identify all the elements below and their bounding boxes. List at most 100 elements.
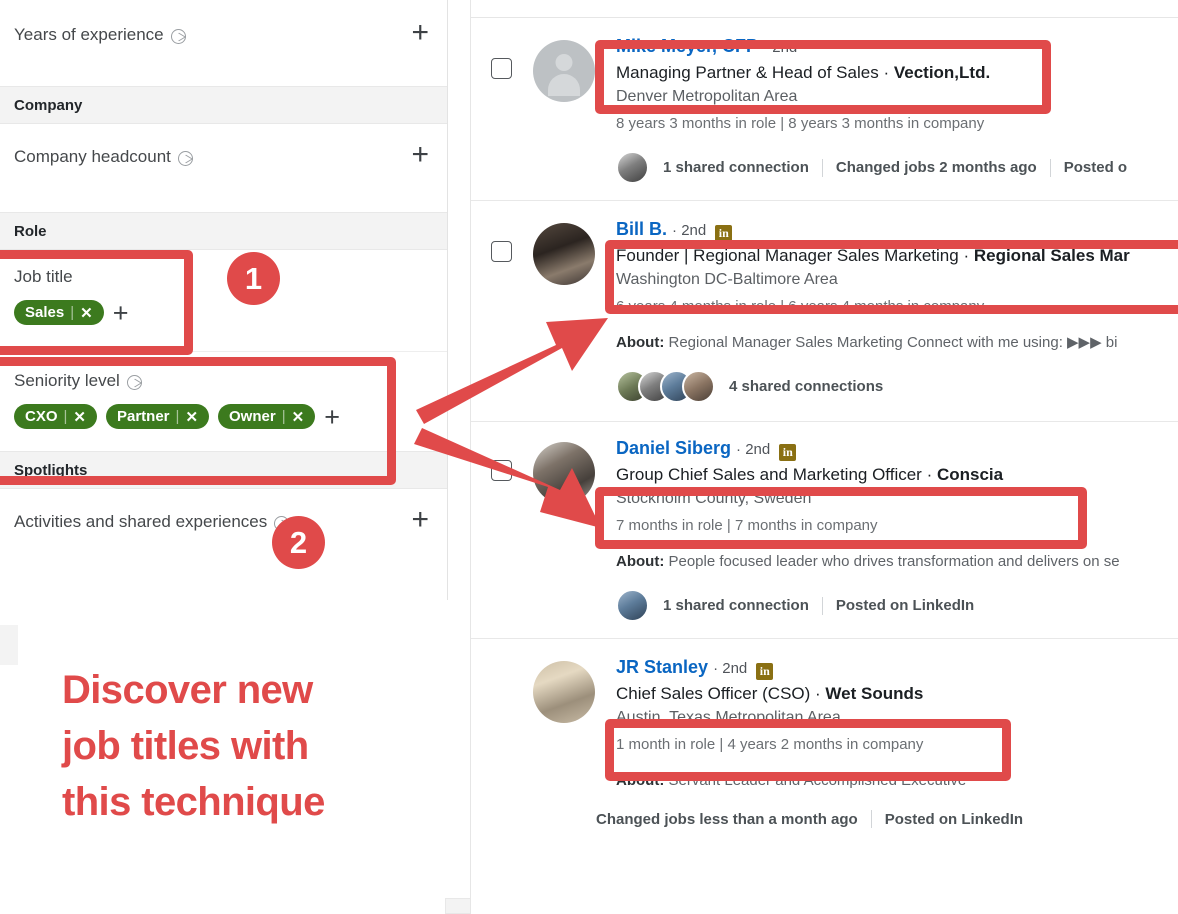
tag-divider: | — [281, 408, 286, 425]
about-text: People focused leader who drives transfo… — [668, 553, 1120, 570]
filter-row-activities[interactable]: Activities and shared experiences + — [0, 489, 447, 549]
linkedin-badge-icon: in — [756, 663, 774, 680]
filter-tag-cxo[interactable]: CXO | ✕ — [14, 404, 97, 429]
result-location: Denver Metropolitan Area — [616, 88, 798, 105]
annotation-badge-1-number: 1 — [244, 260, 263, 296]
result-card[interactable]: JR Stanley · 2nd in Chief Sales Officer … — [471, 639, 1178, 842]
headline-role: Founder | Regional Manager Sales Marketi… — [616, 246, 959, 265]
result-location: Austin, Texas Metropolitan Area — [616, 709, 841, 726]
add-company-headcount-button[interactable]: + — [411, 140, 429, 170]
result-tenure: 6 years 4 months in role | 6 years 4 mon… — [616, 298, 985, 315]
avatar[interactable] — [533, 442, 595, 504]
section-title-role: Role — [14, 222, 47, 240]
result-name-line: Bill B. · 2nd in — [616, 217, 1130, 243]
select-result-checkbox[interactable] — [491, 58, 512, 79]
changed-jobs-meta: Changed jobs 2 months ago — [835, 159, 1037, 176]
annotation-badge-2: 2 — [272, 516, 325, 569]
select-result-checkbox[interactable] — [491, 241, 512, 262]
section-title-spotlights: Spotlights — [14, 461, 88, 479]
headline-company: Vection,Ltd. — [893, 63, 991, 82]
headline-company: Regional Sales Mar — [973, 246, 1130, 265]
posted-meta: Posted o — [1063, 159, 1128, 176]
result-name-link[interactable]: Bill B. — [616, 219, 667, 239]
result-name-link[interactable]: JR Stanley — [616, 657, 708, 677]
remove-tag-icon[interactable]: ✕ — [292, 408, 305, 426]
result-tenure: 8 years 3 months in role | 8 years 3 mon… — [616, 115, 985, 132]
result-name-link[interactable]: Daniel Siberg — [616, 438, 731, 458]
scroll-stub-left — [0, 625, 18, 665]
filter-label-activities: Activities and shared experiences — [14, 511, 290, 533]
filter-row-years-of-experience[interactable]: Years of experience + — [0, 0, 447, 86]
remove-tag-icon[interactable]: ✕ — [185, 408, 198, 426]
avatar[interactable] — [533, 223, 595, 285]
shared-connections-count[interactable]: 4 shared connections — [729, 378, 883, 395]
shared-connections-count[interactable]: 1 shared connection — [663, 597, 809, 614]
result-card[interactable]: Daniel Siberg · 2nd in Group Chief Sales… — [471, 422, 1178, 639]
add-seniority-level-button[interactable]: + — [324, 403, 340, 430]
filter-tag-sales[interactable]: Sales | ✕ — [14, 300, 104, 325]
callout-line-3: this technique — [62, 780, 325, 824]
shared-connection-facepile[interactable] — [616, 370, 715, 403]
filter-field-job-title: Job title Sales | ✕ + — [0, 250, 447, 341]
filter-tag-label: Sales — [25, 304, 65, 321]
result-headline: Group Chief Sales and Marketing Officer … — [616, 462, 1120, 487]
result-name-link[interactable]: Mike Meyer, CFP — [616, 36, 758, 56]
tag-divider: | — [175, 408, 180, 425]
about-text: Regional Manager Sales Marketing Connect… — [668, 334, 1118, 351]
remove-tag-icon[interactable]: ✕ — [73, 408, 86, 426]
years-of-experience-label: Years of experience — [14, 25, 164, 44]
result-location: Stockholm County, Sweden — [616, 490, 812, 507]
section-header-role: Role — [0, 212, 447, 250]
shared-connection-facepile[interactable] — [616, 589, 649, 622]
add-years-of-experience-button[interactable]: + — [411, 18, 429, 48]
seniority-level-tag-row: CXO | ✕ Partner | ✕ Owner | ✕ + — [14, 403, 429, 430]
filter-row-company-headcount[interactable]: Company headcount + — [0, 124, 447, 212]
filter-tag-label: Partner — [117, 408, 170, 425]
add-job-title-button[interactable]: + — [113, 299, 129, 326]
filter-tag-label: Owner — [229, 408, 276, 425]
result-card[interactable]: Bill B. · 2nd in Founder | Regional Mana… — [471, 201, 1178, 422]
result-location: Washington DC-Baltimore Area — [616, 271, 838, 288]
result-name-line: Daniel Siberg · 2nd in — [616, 436, 1120, 462]
filter-tag-owner[interactable]: Owner | ✕ — [218, 404, 316, 429]
remove-tag-icon[interactable]: ✕ — [80, 304, 93, 322]
seniority-level-label: Seniority level — [14, 371, 120, 390]
job-title-label: Job title — [14, 267, 73, 286]
result-card[interactable]: Mike Meyer, CFP · 2nd Managing Partner &… — [471, 18, 1178, 201]
shared-connections-count[interactable]: 1 shared connection — [663, 159, 809, 176]
result-headline: Chief Sales Officer (CSO) · Wet Sounds — [616, 681, 966, 706]
connection-degree: · 2nd — [713, 660, 748, 677]
avatar[interactable] — [533, 661, 595, 723]
callout-line-1: Discover new — [62, 668, 313, 712]
annotation-badge-2-number: 2 — [289, 524, 308, 560]
filter-field-seniority-level: Seniority level CXO | ✕ Partner | ✕ Owne… — [0, 352, 447, 451]
filter-label-years-of-experience: Years of experience — [14, 24, 186, 46]
avatar[interactable] — [533, 40, 595, 102]
annotation-callout-text: Discover new job titles with this techni… — [62, 662, 452, 830]
headline-separator: · — [883, 63, 894, 82]
shared-connection-avatar — [682, 370, 715, 403]
connection-degree: · 2nd — [763, 39, 798, 56]
meta-divider — [1049, 158, 1051, 177]
shared-connection-facepile[interactable] — [616, 151, 649, 184]
meta-divider — [821, 596, 823, 615]
posted-meta: Posted on LinkedIn — [884, 810, 1024, 828]
filter-tag-partner[interactable]: Partner | ✕ — [106, 404, 210, 429]
result-headline: Managing Partner & Head of Sales · Vecti… — [616, 60, 1127, 85]
result-name-line: JR Stanley · 2nd in — [616, 655, 966, 681]
filter-tag-label: CXO — [25, 408, 58, 425]
select-result-checkbox[interactable] — [491, 460, 512, 481]
result-name-line: Mike Meyer, CFP · 2nd — [616, 34, 1127, 60]
linkedin-badge-icon: in — [715, 225, 733, 242]
headline-role: Group Chief Sales and Marketing Officer — [616, 465, 922, 484]
shared-connection-avatar — [616, 151, 649, 184]
activities-label: Activities and shared experiences — [14, 512, 268, 531]
posted-meta: Posted on LinkedIn — [835, 597, 975, 614]
headline-separator: · — [963, 246, 974, 265]
add-activities-button[interactable]: + — [411, 505, 429, 535]
result-meta-row: 4 shared connections — [616, 370, 1130, 403]
headline-separator: · — [926, 465, 937, 484]
seniority-level-label-wrap: Seniority level — [14, 370, 429, 392]
linkedin-badge-icon: in — [779, 444, 797, 461]
callout-line-2: job titles with — [62, 724, 309, 768]
